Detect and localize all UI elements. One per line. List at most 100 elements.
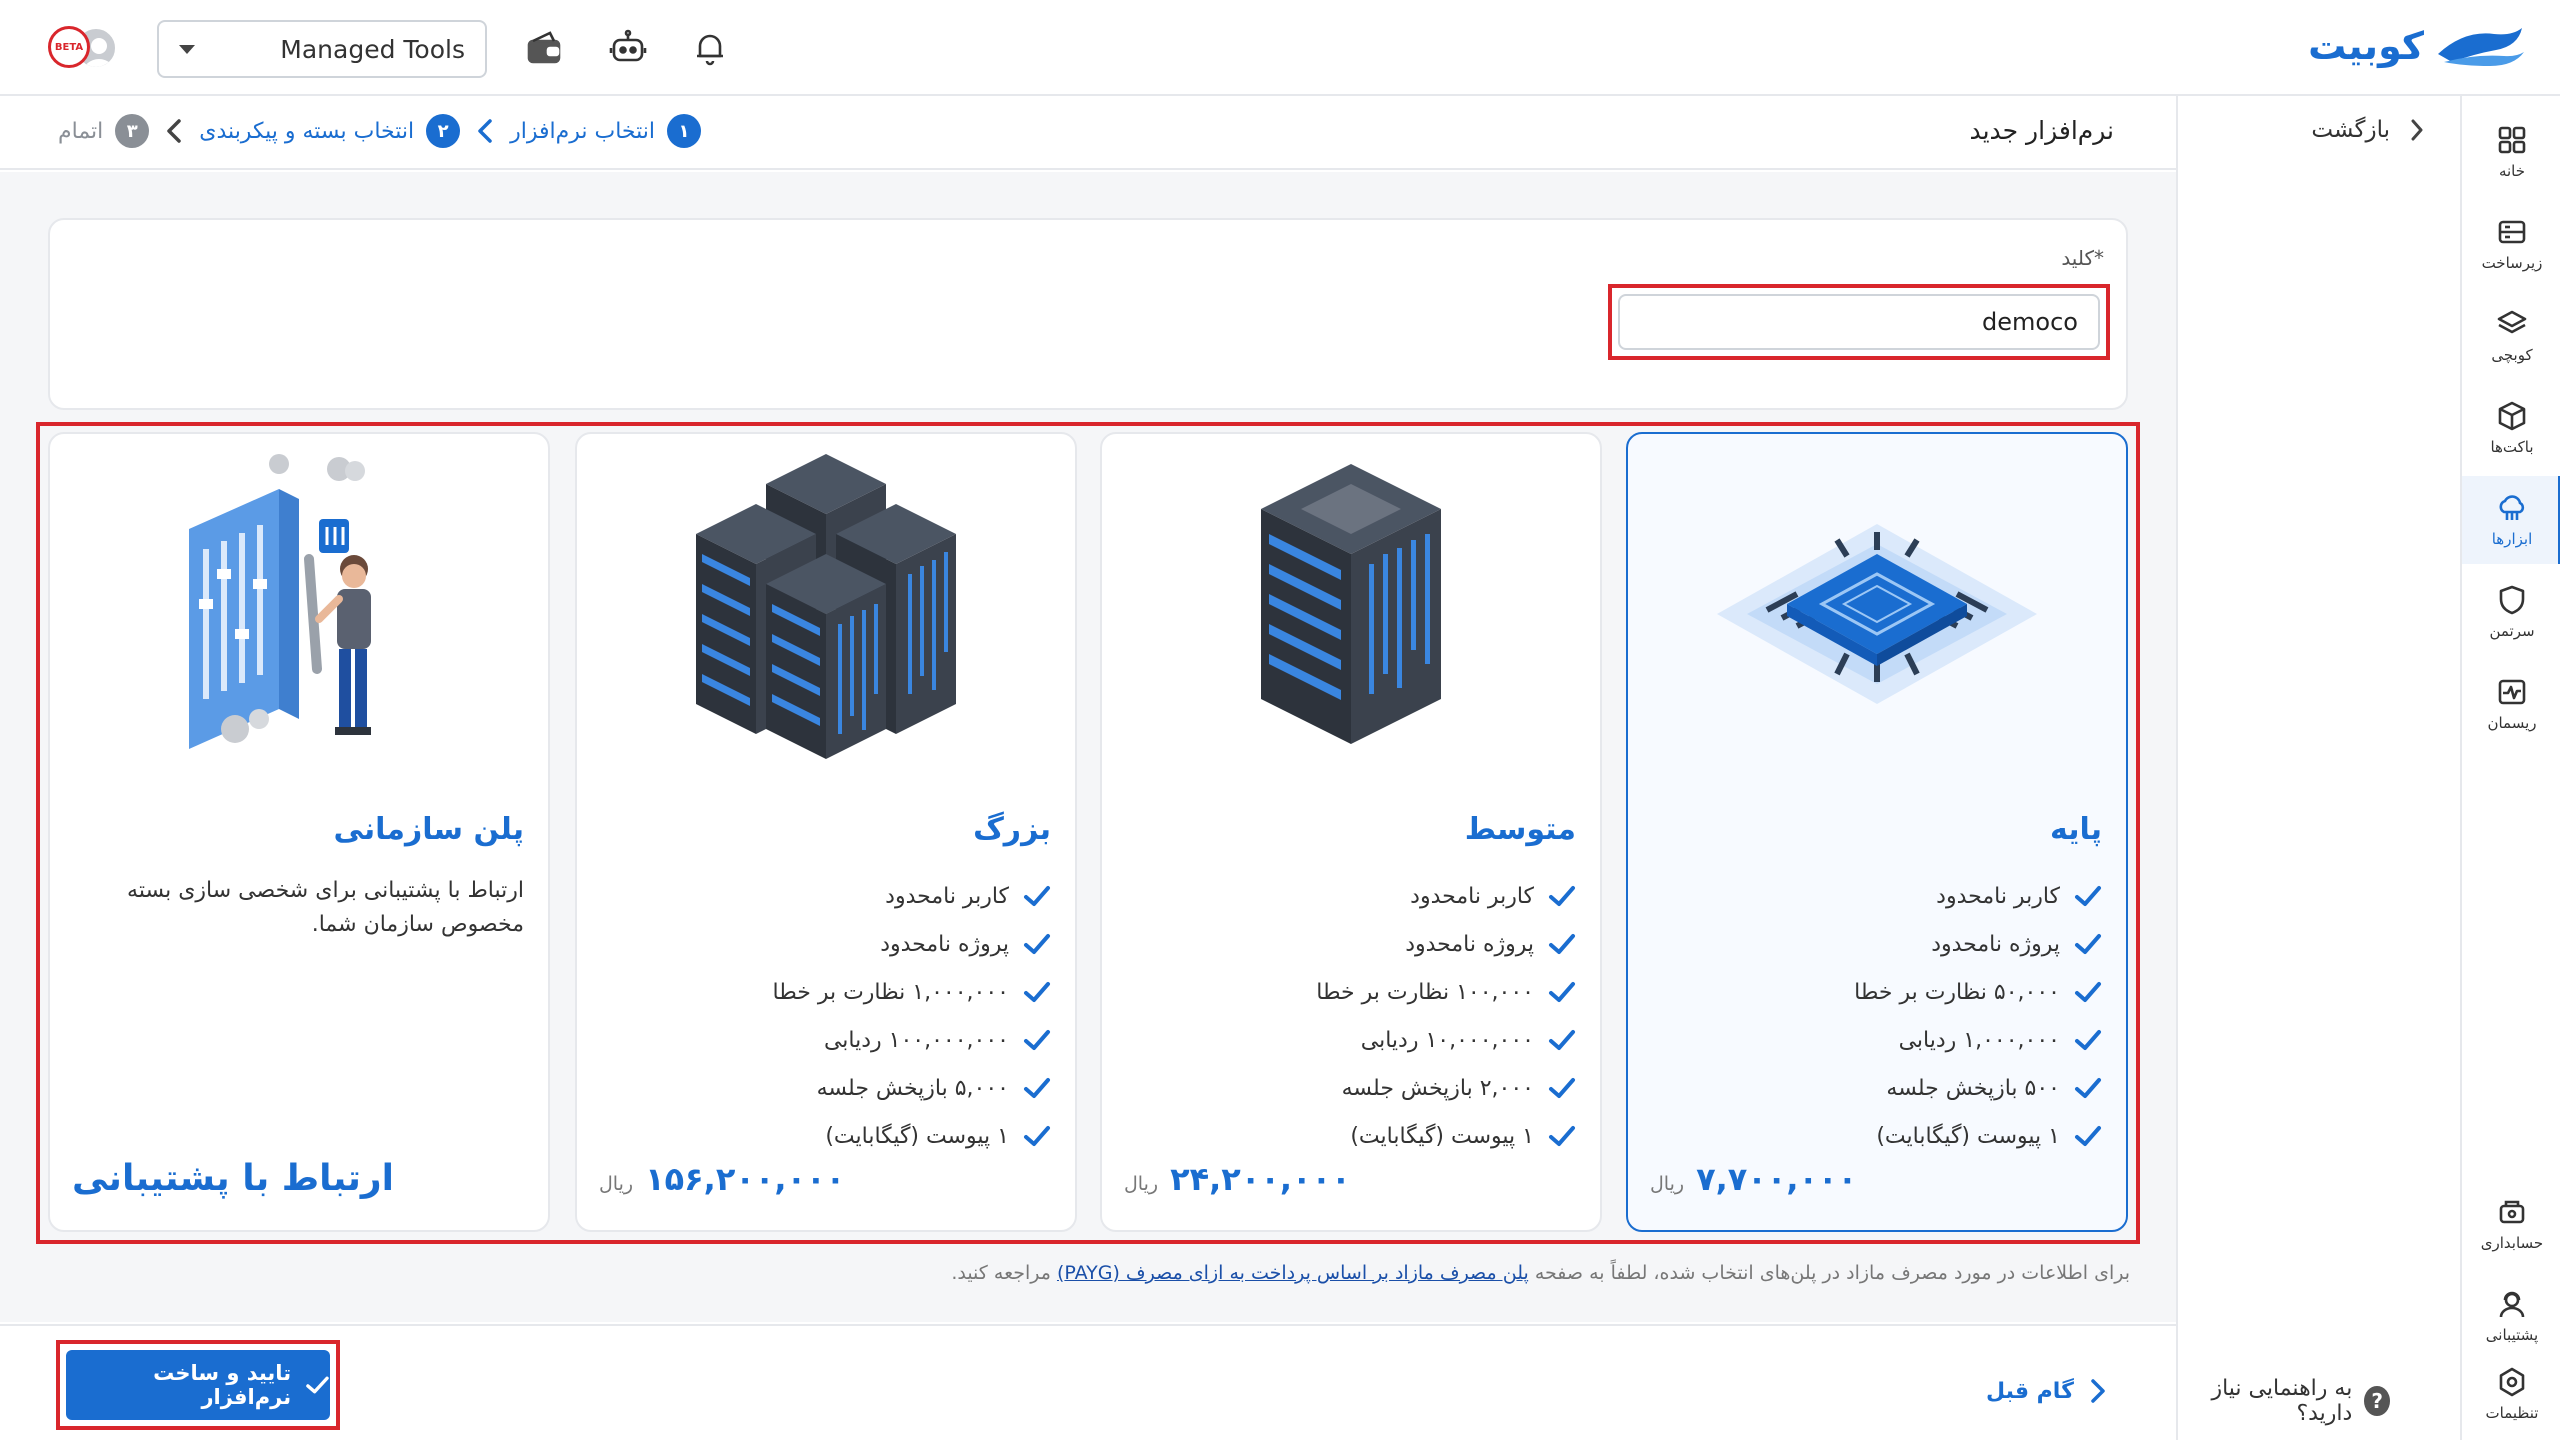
feature-item: ۱,۰۰۰,۰۰۰ ردیابی xyxy=(1854,1016,2102,1064)
help-label: به راهنمایی نیاز دارید؟ xyxy=(2211,1376,2353,1426)
sidebar-item-support[interactable]: پشتیبانی xyxy=(2462,1272,2560,1360)
help-icon: ? xyxy=(2364,1386,2390,1416)
project-select-value: Managed Tools xyxy=(280,34,465,64)
chevron-down-icon xyxy=(179,44,195,54)
plan-card-enterprise[interactable]: پلن سازمانی ارتباط با پشتیبانی برای شخصی… xyxy=(48,432,550,1232)
feature-text: ۱۰,۰۰۰,۰۰۰ ردیابی xyxy=(1360,1027,1534,1053)
page-header: نرم‌افزار جدید ۱ انتخاب نرم‌افزار ۲ انتخ… xyxy=(0,96,2176,170)
check-icon xyxy=(1549,1078,1575,1098)
feature-item: ۱ پیوست (گیگابایت) xyxy=(772,1112,1051,1160)
plan-card-basic[interactable]: پایه کاربر نامحدود پروژه نامحدود ۵۰,۰۰۰ … xyxy=(1626,432,2128,1232)
feature-item: کاربر نامحدود xyxy=(1854,872,2102,920)
sidebar-item-buckets[interactable]: باکت‌ها xyxy=(2462,384,2560,472)
bell-icon[interactable] xyxy=(690,28,730,68)
feature-text: ۱ پیوست (گیگابایت) xyxy=(1876,1123,2060,1149)
plan-features: کاربر نامحدود پروژه نامحدود ۱۰۰,۰۰۰ نظار… xyxy=(1316,872,1576,1160)
step-1[interactable]: ۱ انتخاب نرم‌افزار xyxy=(510,114,702,148)
sidebar-item-sartman[interactable]: سرتمن xyxy=(2462,568,2560,656)
payg-note: برای اطلاعات در مورد مصرف مازاد در پلن‌ه… xyxy=(951,1262,2130,1284)
sidebar-item-label: سرتمن xyxy=(2489,622,2535,640)
feature-item: ۵۰,۰۰۰ نظارت بر خطا xyxy=(1854,968,2102,1016)
feature-item: پروژه نامحدود xyxy=(772,920,1051,968)
feature-item: ۱,۰۰۰,۰۰۰ نظارت بر خطا xyxy=(772,968,1051,1016)
sidebar-item-home[interactable]: خانه xyxy=(2462,108,2560,196)
price-unit: ریال xyxy=(1124,1173,1159,1195)
key-input[interactable]: democo xyxy=(1618,294,2100,350)
feature-text: پروژه نامحدود xyxy=(1931,931,2060,957)
plan-description: ارتباط با پشتیبانی برای شخصی سازی بسته م… xyxy=(127,878,524,937)
wallet-icon[interactable] xyxy=(524,28,564,68)
server-cluster-illustration xyxy=(577,454,1075,759)
chip-illustration xyxy=(1628,454,2126,754)
key-input-highlight: democo xyxy=(1608,284,2110,360)
help-link[interactable]: ? به راهنمایی نیاز دارید؟ xyxy=(2178,1376,2390,1426)
project-select[interactable]: Managed Tools xyxy=(157,20,487,78)
feature-text: ۲,۰۰۰ بازپخش جلسه xyxy=(1341,1075,1534,1101)
sidebar-item-accounting[interactable]: حسابداری xyxy=(2462,1180,2560,1268)
check-icon xyxy=(1024,934,1050,954)
feature-text: ۱ پیوست (گیگابایت) xyxy=(825,1123,1009,1149)
feature-item: ۱۰۰,۰۰۰,۰۰۰ ردیابی xyxy=(772,1016,1051,1064)
beta-badge-text: BETA xyxy=(54,41,84,53)
bot-icon[interactable] xyxy=(608,28,648,68)
sidebar-item-infrastructure[interactable]: زیرساخت xyxy=(2462,200,2560,288)
support-icon xyxy=(2499,1291,2525,1318)
plan-card-medium[interactable]: متوسط کاربر نامحدود پروژه نامحدود ۱۰۰,۰۰… xyxy=(1100,432,1602,1232)
sidebar-item-kubchi[interactable]: کوبچی xyxy=(2462,292,2560,380)
step-number: ۱ xyxy=(667,114,702,148)
chevron-right-icon xyxy=(2411,119,2423,141)
plan-title: بزرگ xyxy=(973,812,1051,847)
feature-text: ۵,۰۰۰ بازپخش جلسه xyxy=(816,1075,1009,1101)
sidebar-item-settings[interactable]: تنظیمات xyxy=(2462,1350,2560,1438)
check-icon xyxy=(1549,886,1575,906)
step-2[interactable]: ۲ انتخاب بسته و پیکربندی xyxy=(199,114,461,148)
brand-logo[interactable]: کوبیت xyxy=(2308,24,2526,68)
feature-item: ۲,۰۰۰ بازپخش جلسه xyxy=(1316,1064,1576,1112)
feature-text: ۱۰۰,۰۰۰ نظارت بر خطا xyxy=(1316,979,1534,1005)
price-unit: ریال xyxy=(599,1173,634,1195)
payg-link[interactable]: پلن مصرف مازاد بر اساس پرداخت به ازای مص… xyxy=(1057,1262,1529,1284)
plan-title: متوسط xyxy=(1464,812,1576,847)
check-icon xyxy=(1549,1030,1575,1050)
confirm-create-button[interactable]: تایید و ساخت نرم‌افزار xyxy=(66,1350,330,1420)
feature-text: کاربر نامحدود xyxy=(885,883,1009,909)
feature-item: پروژه نامحدود xyxy=(1854,920,2102,968)
feature-text: ۵۰,۰۰۰ نظارت بر خطا xyxy=(1854,979,2060,1005)
sidebar-item-tools[interactable]: ابزارها xyxy=(2462,476,2560,564)
feature-item: ۱۰۰,۰۰۰ نظارت بر خطا xyxy=(1316,968,1576,1016)
sidebar: خانه زیرساخت کوبچی باکت‌ها ابزارها سرتمن… xyxy=(2460,96,2560,1440)
chevron-left-icon xyxy=(167,119,182,143)
sidebar-item-label: پشتیبانی xyxy=(2485,1326,2539,1344)
server-rack-icon xyxy=(1261,464,1441,744)
confirm-create-label: تایید و ساخت نرم‌افزار xyxy=(153,1361,292,1409)
feature-item: پروژه نامحدود xyxy=(1316,920,1576,968)
check-icon xyxy=(1024,1078,1050,1098)
plan-price: ریال ۲۴,۲۰۰,۰۰۰ xyxy=(1124,1160,1351,1198)
logo-wave-icon xyxy=(2438,28,2524,66)
check-icon xyxy=(2075,934,2101,954)
settings-icon xyxy=(2499,1367,2525,1397)
sidebar-item-risman[interactable]: ریسمان xyxy=(2462,660,2560,748)
box-icon xyxy=(2498,401,2526,431)
previous-step-button[interactable]: گام قبل xyxy=(1986,1376,2108,1406)
check-icon xyxy=(1549,1126,1575,1146)
back-label: بازگشت xyxy=(2311,117,2390,143)
plan-card-large[interactable]: بزرگ کاربر نامحدود پروژه نامحدود ۱,۰۰۰,۰… xyxy=(575,432,1077,1232)
price-unit: ریال xyxy=(1650,1173,1685,1195)
top-bar: کوبیت Managed Tools BETA xyxy=(0,0,2560,96)
user-menu[interactable]: BETA xyxy=(48,22,124,74)
technician-icon xyxy=(189,454,371,749)
feature-text: ۱۰۰,۰۰۰,۰۰۰ ردیابی xyxy=(823,1027,1009,1053)
price-value: ۷,۷۰۰,۰۰۰ xyxy=(1696,1160,1858,1198)
plan-features: کاربر نامحدود پروژه نامحدود ۵۰,۰۰۰ نظارت… xyxy=(1854,872,2102,1160)
plan-price: ریال ۱۵۶,۲۰۰,۰۰۰ xyxy=(599,1160,845,1198)
back-button[interactable]: بازگشت xyxy=(2311,116,2426,144)
feature-item: ۵۰۰ بازپخش جلسه xyxy=(1854,1064,2102,1112)
stepper: ۱ انتخاب نرم‌افزار ۲ انتخاب بسته و پیکرب… xyxy=(58,114,702,148)
pulse-icon xyxy=(2498,679,2526,705)
contact-support-link[interactable]: ارتباط با پشتیبانی xyxy=(72,1158,394,1199)
plan-title: پلن سازمانی xyxy=(333,812,524,847)
step-number: ۳ xyxy=(115,114,150,148)
support-illustration xyxy=(50,454,548,754)
sidebar-item-label: زیرساخت xyxy=(2481,254,2543,272)
